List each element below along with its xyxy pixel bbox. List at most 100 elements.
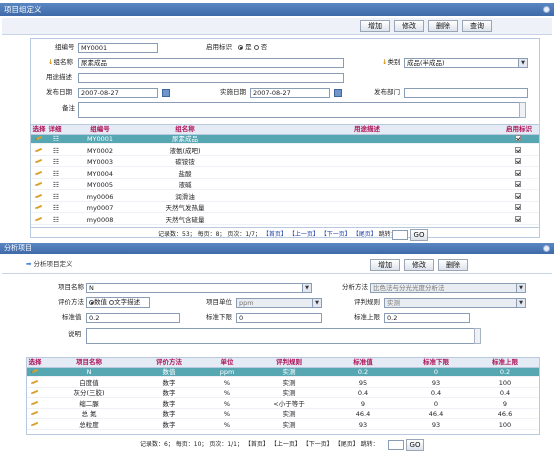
upper-input[interactable]: 0.2 (384, 313, 470, 323)
collapse-icon[interactable] (543, 6, 550, 13)
edit-pencil-icon[interactable] (35, 158, 43, 164)
edit-pencil-icon[interactable] (35, 147, 43, 153)
table-row[interactable]: 总粒度 数字% 实测 93 93 100 (27, 421, 539, 430)
pager-go-button[interactable]: GO (406, 439, 424, 451)
table-row[interactable]: ☷ MY0005 液碱 (31, 181, 539, 190)
calendar-icon[interactable] (334, 89, 342, 97)
collapse-icon[interactable] (543, 245, 550, 252)
detail-icon[interactable]: ☷ (51, 204, 61, 213)
pager-go-button[interactable]: GO (410, 229, 428, 241)
edit-pencil-icon[interactable] (31, 400, 39, 406)
name-input[interactable]: 尿素成品 (78, 58, 344, 68)
calendar-icon[interactable] (162, 89, 170, 97)
edit-pencil-icon[interactable] (35, 216, 43, 222)
scrollbar[interactable] (519, 102, 526, 118)
enabled-checkbox[interactable] (515, 146, 521, 153)
cell-lower: 0 (433, 399, 439, 408)
detail-icon[interactable]: ☷ (51, 158, 61, 167)
analysis-delete-button[interactable]: 删除 (438, 259, 468, 271)
edit-button[interactable]: 修改 (394, 20, 424, 32)
pager-per-page: 每页：10； (175, 441, 208, 448)
detail-icon[interactable]: ☷ (51, 147, 61, 156)
enabled-checkbox[interactable] (515, 215, 521, 222)
table-row[interactable]: 总 氮 数字% 实测 46.4 46.4 46.6 (27, 410, 539, 419)
publish-date-input[interactable]: 2007-08-27 (78, 88, 158, 98)
pager-last-link[interactable]: 【尾页】 (335, 441, 359, 448)
chevron-down-icon[interactable]: ▼ (516, 299, 525, 307)
remark-textarea[interactable] (78, 102, 520, 118)
edit-pencil-icon[interactable] (31, 389, 39, 395)
table-row[interactable]: ☷ MY0002 液氨(成吧) (31, 146, 539, 156)
pager-first-link[interactable]: 【首页】 (245, 441, 269, 448)
chevron-down-icon[interactable]: ▼ (516, 284, 525, 292)
scrollbar[interactable] (474, 328, 481, 344)
table-row[interactable]: ☷ my0008 天然气含硫量 (31, 215, 539, 225)
detail-icon[interactable]: ☷ (51, 216, 61, 225)
method-select[interactable]: 比色法与分光光度分析法 ▼ (370, 283, 526, 293)
enable-no-label: 否 (260, 43, 268, 51)
pager-jump-input[interactable] (388, 440, 404, 450)
pager-prev-link[interactable]: 【上一页】 (289, 231, 319, 238)
edit-pencil-icon[interactable] (31, 410, 39, 416)
analysis-edit-button[interactable]: 修改 (404, 259, 434, 271)
cell-name: 碳铵铵 (175, 158, 195, 166)
rule-select[interactable]: 实测 ▼ (384, 298, 526, 308)
table-row[interactable]: 缩二脲 数字% <小于等于 9 0 9 (27, 400, 539, 409)
enabled-checkbox[interactable] (515, 158, 521, 164)
delete-button[interactable]: 删除 (428, 20, 458, 32)
impl-date-input[interactable]: 2007-08-27 (250, 88, 330, 98)
detail-icon[interactable]: ☷ (51, 181, 61, 190)
edit-pencil-icon[interactable] (35, 181, 43, 187)
detail-icon[interactable]: ☷ (51, 193, 61, 202)
edit-pencil-icon[interactable] (31, 368, 39, 374)
enable-yes-radio[interactable] (238, 45, 243, 50)
item-name-select[interactable]: N ▼ (86, 283, 312, 293)
query-button[interactable]: 查询 (462, 20, 492, 32)
pager-next-link[interactable]: 【下一页】 (321, 231, 351, 238)
detail-icon[interactable]: ☷ (51, 170, 61, 179)
edit-pencil-icon[interactable] (35, 193, 43, 199)
pager-first-link[interactable]: 【首页】 (263, 231, 287, 238)
edit-pencil-icon[interactable] (31, 379, 39, 385)
pager-last-link[interactable]: 【尾页】 (353, 231, 377, 238)
table-row[interactable]: ☷ MY0004 盐酸 (31, 169, 539, 179)
table-row[interactable]: 灰分(三胶) 数字% 实测 0.4 0.4 0.4 (27, 389, 539, 398)
add-button[interactable]: 增加 (360, 20, 390, 32)
unit-select[interactable]: ppm ▼ (236, 298, 322, 308)
eval-num-radio[interactable] (89, 300, 94, 305)
chevron-down-icon[interactable]: ▼ (518, 59, 527, 67)
pager-prev-link[interactable]: 【上一页】 (271, 441, 301, 448)
table-row[interactable]: 白度值 数字% 实测 95 93 100 (27, 379, 539, 388)
enabled-checkbox[interactable] (515, 204, 521, 210)
lower-input[interactable]: 0 (236, 313, 322, 323)
edit-pencil-icon[interactable] (35, 204, 43, 210)
table-row[interactable]: N 数值 ppm 实测 0.2 0 0.2 (27, 368, 539, 377)
edit-pencil-icon[interactable] (35, 170, 43, 176)
detail-icon[interactable]: ☷ (51, 135, 61, 144)
code-input[interactable]: MY0001 (78, 43, 158, 53)
cell-name: 天然气发热量 (165, 204, 205, 212)
usage-input[interactable] (78, 73, 344, 83)
category-select[interactable]: 成品(半成品) ▼ (404, 58, 528, 68)
enabled-checkbox[interactable] (515, 135, 521, 141)
enabled-checkbox[interactable] (515, 192, 521, 199)
cell-code: my0006 (86, 192, 114, 201)
enabled-checkbox[interactable] (515, 181, 521, 187)
std-input[interactable]: 0.2 (86, 313, 180, 323)
enable-no-radio[interactable] (253, 45, 259, 50)
pager-next-link[interactable]: 【下一页】 (303, 441, 333, 448)
chevron-down-icon[interactable]: ▼ (302, 284, 311, 292)
table-row[interactable]: ☷ MY0003 碳铵铵 (31, 158, 539, 167)
table-row[interactable]: ☷ my0006 润滑油 (31, 192, 539, 202)
table-row[interactable]: ☷ my0007 天然气发热量 (31, 204, 539, 213)
desc-textarea[interactable] (86, 328, 480, 344)
analysis-add-button[interactable]: 增加 (370, 259, 400, 271)
pager-jump-input[interactable] (392, 230, 408, 240)
table-row[interactable]: ☷ MY0001 尿素成品 (31, 135, 539, 144)
enabled-checkbox[interactable] (515, 169, 521, 176)
chevron-down-icon[interactable]: ▼ (312, 299, 321, 307)
edit-pencil-icon[interactable] (31, 421, 39, 427)
edit-pencil-icon[interactable] (35, 135, 43, 141)
publish-dept-input[interactable] (404, 88, 528, 98)
cell-eval: 数字 (162, 399, 176, 408)
